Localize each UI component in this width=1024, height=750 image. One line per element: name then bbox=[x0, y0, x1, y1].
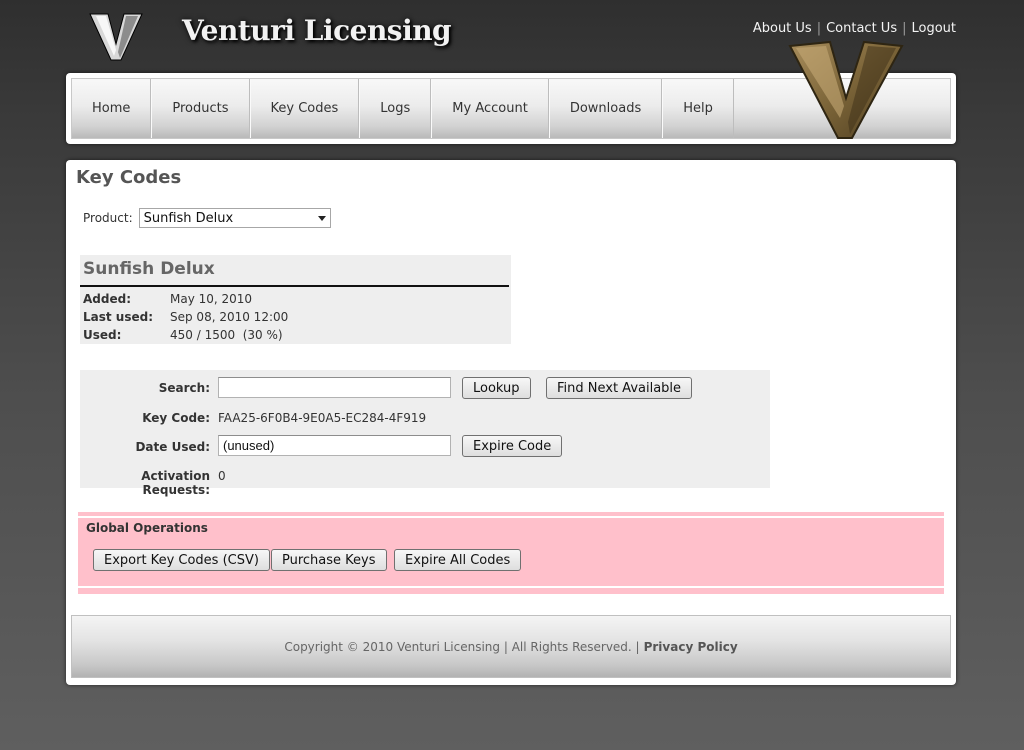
product-label: Product: bbox=[83, 211, 133, 225]
used-value: 450 / 1500 (30 %) bbox=[170, 328, 283, 342]
activation-requests-value: 0 bbox=[218, 469, 226, 483]
divider bbox=[80, 285, 509, 287]
nav-item-my-account[interactable]: My Account bbox=[431, 79, 549, 138]
top-links: About Us | Contact Us | Logout bbox=[753, 21, 956, 36]
divider bbox=[78, 516, 944, 518]
product-select[interactable]: Sunfish Delux bbox=[138, 208, 331, 228]
nav-item-logs[interactable]: Logs bbox=[359, 79, 432, 138]
divider bbox=[78, 586, 944, 588]
product-selector-row: Product: Sunfish Delux bbox=[83, 208, 331, 228]
expire-all-codes-button[interactable]: Expire All Codes bbox=[394, 549, 522, 571]
used-label: Used: bbox=[83, 328, 122, 342]
nav-item-products[interactable]: Products bbox=[151, 79, 250, 138]
stone-v-emblem-icon bbox=[788, 40, 904, 139]
page-title: Key Codes bbox=[76, 167, 182, 188]
nav-item-help[interactable]: Help bbox=[662, 79, 734, 138]
expire-code-button[interactable]: Expire Code bbox=[462, 435, 563, 457]
product-info-panel: Sunfish Delux Added: May 10, 2010 Last us… bbox=[80, 255, 511, 344]
chevron-down-icon bbox=[317, 216, 326, 221]
used-row: Used: 450 / 1500 (30 %) bbox=[83, 328, 283, 342]
last-used-value: Sep 08, 2010 12:00 bbox=[170, 310, 289, 324]
separator: | bbox=[816, 21, 822, 36]
last-used-label: Last used: bbox=[83, 310, 154, 324]
last-used-row: Last used: Sep 08, 2010 12:00 bbox=[83, 310, 288, 324]
nav-item-home[interactable]: Home bbox=[72, 79, 152, 138]
nav-item-key-codes[interactable]: Key Codes bbox=[249, 79, 360, 138]
added-value: May 10, 2010 bbox=[170, 292, 253, 306]
export-key-codes-button[interactable]: Export Key Codes (CSV) bbox=[93, 549, 270, 571]
global-operations-title: Global Operations bbox=[86, 521, 208, 535]
added-row: Added: May 10, 2010 bbox=[83, 292, 252, 306]
nav-item-downloads[interactable]: Downloads bbox=[548, 79, 663, 138]
contact-us-link[interactable]: Contact Us bbox=[826, 21, 897, 36]
about-us-link[interactable]: About Us bbox=[753, 21, 812, 36]
activation-requests-label: Activation Requests: bbox=[141, 469, 210, 497]
product-name: Sunfish Delux bbox=[83, 259, 215, 279]
search-label: Search: bbox=[158, 381, 210, 395]
footer: Copyright © 2010 Venturi Licensing | All… bbox=[71, 615, 951, 678]
copyright-text: Copyright © 2010 Venturi Licensing | All… bbox=[284, 639, 640, 654]
date-used-label: Date Used: bbox=[135, 440, 210, 454]
search-input[interactable] bbox=[218, 377, 451, 398]
key-code-label: Key Code: bbox=[142, 411, 210, 425]
product-select-value: Sunfish Delux bbox=[143, 210, 234, 226]
key-code-value: FAA25-6F0B4-9E0A5-EC284-4F919 bbox=[218, 411, 427, 425]
main-content: Key Codes Product: Sunfish Delux Sunfish… bbox=[66, 160, 956, 685]
date-used-input[interactable] bbox=[218, 435, 451, 456]
find-next-available-button[interactable]: Find Next Available bbox=[546, 377, 693, 399]
brand-title: Venturi Licensing bbox=[182, 14, 452, 47]
logout-link[interactable]: Logout bbox=[911, 21, 956, 36]
added-label: Added: bbox=[83, 292, 131, 306]
purchase-keys-button[interactable]: Purchase Keys bbox=[271, 549, 387, 571]
lookup-button[interactable]: Lookup bbox=[462, 377, 531, 399]
privacy-policy-link[interactable]: Privacy Policy bbox=[644, 640, 738, 654]
key-code-lookup-panel: Search: Lookup Find Next Available Key C… bbox=[80, 370, 770, 497]
separator: | bbox=[902, 21, 907, 36]
venturi-v-logo-icon bbox=[89, 13, 143, 61]
global-operations-panel: Global Operations Export Key Codes (CSV)… bbox=[78, 512, 944, 594]
